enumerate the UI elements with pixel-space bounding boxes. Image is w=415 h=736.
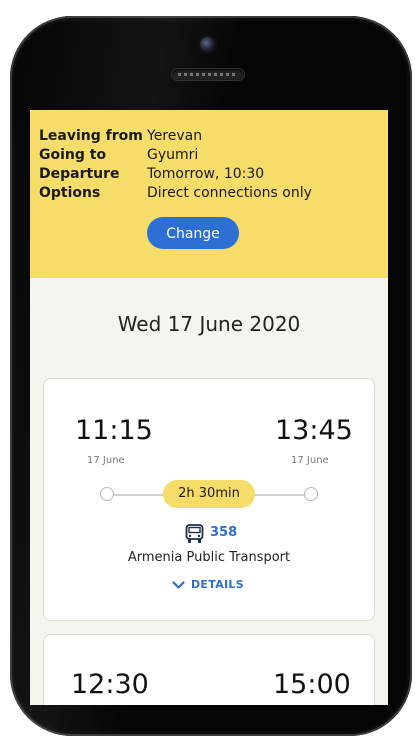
- arrive-time: 13:45: [275, 415, 353, 446]
- going-to-row: Going to Gyumri: [39, 147, 198, 163]
- bus-icon: [185, 524, 204, 543]
- depart-time: 12:30: [71, 669, 149, 700]
- going-to-label: Going to: [39, 147, 107, 163]
- trip-card[interactable]: 12:30 15:00: [43, 634, 375, 705]
- route-number[interactable]: 358: [210, 525, 237, 540]
- results-date-heading: Wed 17 June 2020: [117, 312, 301, 336]
- operator-name: Armenia Public Transport: [127, 550, 291, 565]
- leaving-from-label: Leaving from: [39, 128, 143, 144]
- earpiece-speaker: [172, 69, 244, 80]
- destination-stop-dot: [304, 487, 318, 501]
- change-button[interactable]: Change: [147, 217, 239, 249]
- app-screen: Leaving from Yerevan Going to Gyumri Depar…: [30, 110, 388, 705]
- arrive-time: 15:00: [273, 669, 351, 700]
- search-summary-panel: Leaving from Yerevan Going to Gyumri Depar…: [30, 110, 388, 278]
- departure-row: Departure Tomorrow, 10:30: [39, 166, 264, 182]
- trip-card[interactable]: 11:15 17 June 13:45 17 June 2h 30min 358…: [43, 378, 375, 621]
- origin-stop-dot: [100, 487, 114, 501]
- chevron-down-icon: [172, 580, 185, 589]
- options-row: Options Direct connections only: [39, 185, 312, 201]
- leaving-from-row: Leaving from Yerevan: [39, 128, 202, 144]
- depart-date: 17 June: [87, 455, 125, 466]
- details-label: DETAILS: [191, 578, 244, 591]
- front-camera: [200, 37, 215, 52]
- details-toggle[interactable]: DETAILS: [172, 578, 244, 596]
- options-label: Options: [39, 185, 101, 201]
- going-to-value: Gyumri: [147, 147, 199, 163]
- leaving-from-value: Yerevan: [147, 128, 203, 144]
- arrive-date: 17 June: [291, 455, 329, 466]
- departure-label: Departure: [39, 166, 120, 182]
- departure-value: Tomorrow, 10:30: [147, 166, 265, 182]
- duration-badge: 2h 30min: [163, 480, 255, 508]
- depart-time: 11:15: [75, 415, 153, 446]
- options-value: Direct connections only: [147, 185, 312, 201]
